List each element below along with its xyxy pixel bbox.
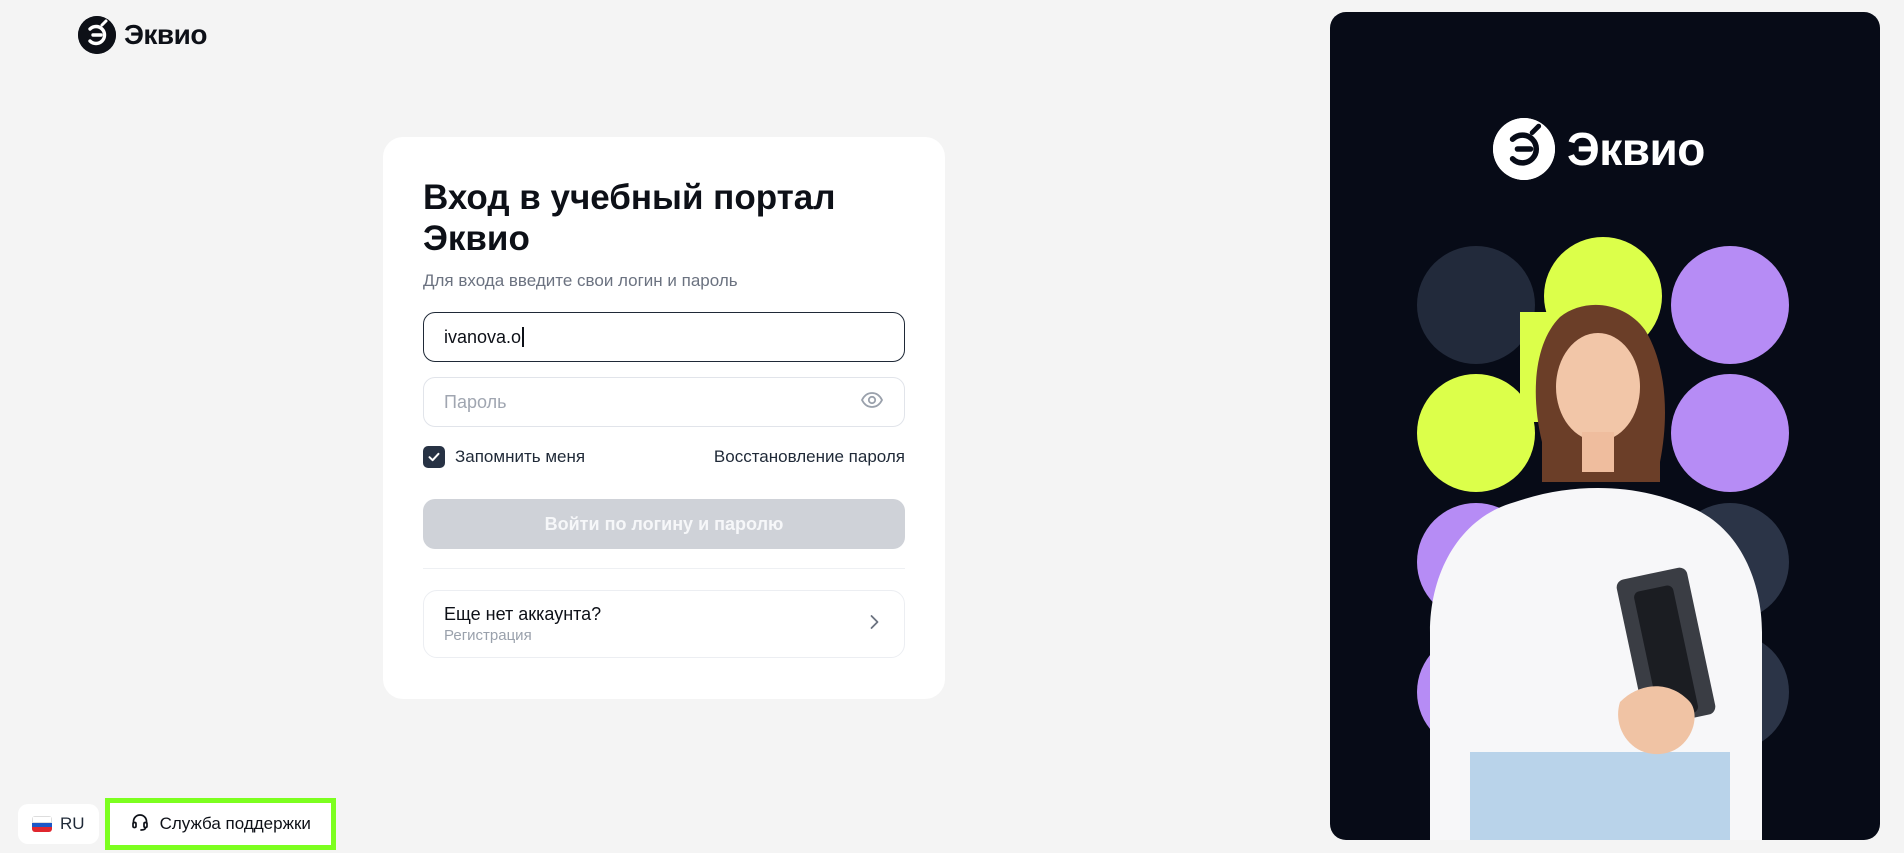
logo-mark-icon: [78, 16, 116, 54]
text-caret: [522, 327, 524, 347]
support-label: Служба поддержки: [159, 814, 311, 833]
logo-wordmark: Эквио: [124, 19, 207, 50]
password-input[interactable]: Пароль: [423, 377, 905, 427]
login-submit-button[interactable]: Войти по логину и паролю: [423, 499, 905, 549]
promo-logo: Эквио: [1493, 118, 1705, 180]
login-input[interactable]: ivanova.o: [423, 312, 905, 362]
divider: [423, 568, 905, 569]
eye-icon[interactable]: [860, 388, 884, 417]
headset-icon: [130, 812, 150, 837]
register-title: Еще нет аккаунта?: [444, 604, 602, 624]
options-row: Запомнить меня Восстановление пароля: [423, 446, 905, 468]
login-card: Вход в учебный портал Эквио Для входа вв…: [383, 137, 945, 699]
logo-mark-icon: [1493, 118, 1555, 180]
top-logo[interactable]: Эквио: [78, 16, 207, 54]
register-subtitle: Регистрация: [444, 627, 532, 644]
chevron-right-icon: [864, 612, 884, 637]
register-link-card[interactable]: Еще нет аккаунта? Регистрация: [423, 590, 905, 658]
check-icon[interactable]: [423, 446, 445, 468]
promo-logo-wordmark: Эквио: [1567, 123, 1705, 175]
remember-me-label: Запомнить меня: [455, 447, 586, 466]
remember-me-checkbox[interactable]: Запомнить меня: [423, 446, 585, 468]
language-label: RU: [60, 814, 85, 833]
support-button[interactable]: Служба поддержки: [104, 798, 336, 850]
page-title: Вход в учебный портал Эквио: [423, 178, 836, 258]
bottom-bar: RU Служба поддержки: [18, 798, 336, 850]
russia-flag-icon: [32, 816, 52, 832]
language-switcher[interactable]: RU: [18, 804, 99, 844]
promo-panel: Эквио: [1330, 12, 1880, 840]
login-input-value: ivanova.o: [444, 326, 522, 347]
password-placeholder: Пароль: [444, 391, 507, 412]
forgot-password-link[interactable]: Восстановление пароля: [714, 447, 905, 467]
page-subtitle: Для входа введите свои логин и пароль: [423, 271, 738, 290]
